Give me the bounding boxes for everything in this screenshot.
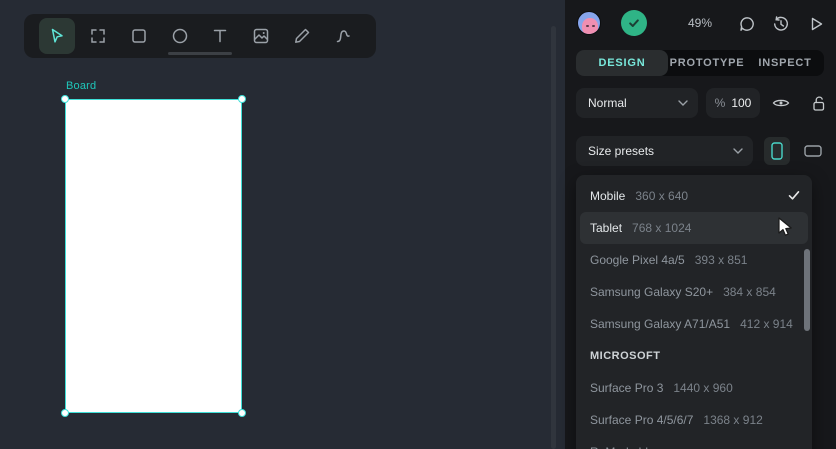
preset-option-galaxy-s20[interactable]: Samsung Galaxy S20+ 384 x 854 <box>576 276 812 308</box>
tab-inspect[interactable]: INSPECT <box>746 50 824 76</box>
play-icon <box>807 15 825 33</box>
eye-icon <box>772 97 790 109</box>
size-presets-label: Size presets <box>588 144 655 158</box>
orientation-landscape-button[interactable] <box>797 137 829 165</box>
blend-mode-select[interactable]: Normal <box>576 88 698 118</box>
preset-name: Google Pixel 4a/5 <box>590 253 685 267</box>
pencil-tool-button[interactable] <box>284 18 320 54</box>
rectangle-tool-button[interactable] <box>121 18 157 54</box>
check-icon <box>788 190 800 201</box>
play-button[interactable] <box>806 14 826 34</box>
toolbar-drag-handle[interactable] <box>168 52 232 55</box>
preset-size: 1368 x 912 <box>703 413 763 427</box>
orientation-portrait-button[interactable] <box>764 137 790 165</box>
preset-size: 412 x 914 <box>740 317 793 331</box>
board-frame[interactable] <box>61 95 246 417</box>
zoom-level[interactable]: 49% <box>677 16 723 30</box>
preset-name: Surface Pro 4/5/6/7 <box>590 413 694 427</box>
pencil-tool-icon <box>292 26 312 46</box>
visibility-toggle[interactable] <box>768 90 794 116</box>
unlock-icon <box>811 95 826 112</box>
right-sidebar: 49% DESIGN PROTOTYPE INSPECT Normal % 10… <box>565 0 836 449</box>
dropdown-scrollbar-thumb[interactable] <box>804 249 810 331</box>
preset-name: Surface Pro 3 <box>590 381 664 395</box>
canvas-viewport[interactable]: Board <box>0 0 565 449</box>
preset-name: ReMarkable <box>590 445 655 449</box>
preset-option-mobile[interactable]: Mobile 360 x 640 <box>576 180 812 212</box>
blend-mode-value: Normal <box>588 96 627 110</box>
preset-name: Tablet <box>590 221 623 235</box>
canvas-vertical-scrollbar[interactable] <box>551 26 556 449</box>
tab-prototype[interactable]: PROTOTYPE <box>668 50 746 76</box>
preset-name: Samsung Galaxy S20+ <box>590 285 714 299</box>
opacity-percent-symbol: % <box>714 96 726 110</box>
preset-option-surface-pro-3[interactable]: Surface Pro 3 1440 x 960 <box>576 372 812 404</box>
preset-option-remarkable[interactable]: ReMarkable <box>576 436 812 449</box>
size-presets-select[interactable]: Size presets <box>576 136 753 166</box>
tab-design[interactable]: DESIGN <box>576 50 668 76</box>
image-tool-button[interactable] <box>243 18 279 54</box>
size-presets-dropdown: Mobile 360 x 640 Tablet 768 x 1024 Googl… <box>576 175 812 449</box>
resize-handle-top-left[interactable] <box>61 95 69 103</box>
ellipse-tool-icon <box>170 26 190 46</box>
path-tool-icon <box>333 26 353 46</box>
rectangle-tool-icon <box>129 26 149 46</box>
preset-option-galaxy-a71[interactable]: Samsung Galaxy A71/A51 412 x 914 <box>576 308 812 340</box>
preset-size: 360 x 640 <box>635 189 689 203</box>
avatar-eye <box>586 25 589 27</box>
select-tool-icon <box>47 26 67 46</box>
resize-handle-bottom-right[interactable] <box>238 409 246 417</box>
preset-size: 768 x 1024 <box>632 221 692 235</box>
landscape-icon <box>804 145 822 157</box>
preset-name: Samsung Galaxy A71/A51 <box>590 317 731 331</box>
panel-tabbar: DESIGN PROTOTYPE INSPECT <box>576 50 824 76</box>
text-tool-icon <box>210 26 230 46</box>
check-icon <box>627 16 641 30</box>
text-tool-button[interactable] <box>202 18 238 54</box>
preset-option-surface-pro-4567[interactable]: Surface Pro 4/5/6/7 1368 x 912 <box>576 404 812 436</box>
opacity-input[interactable]: % 100 <box>706 88 760 118</box>
portrait-icon <box>771 142 783 160</box>
select-tool-button[interactable] <box>39 18 75 54</box>
preset-option-google-pixel[interactable]: Google Pixel 4a/5 393 x 851 <box>576 244 812 276</box>
history-icon <box>772 15 790 33</box>
board-tool-icon <box>88 26 108 46</box>
chevron-down-icon <box>678 100 688 106</box>
avatar-face <box>582 18 598 34</box>
chevron-down-icon <box>733 148 743 154</box>
lock-toggle[interactable] <box>805 90 831 116</box>
preset-name: Mobile <box>590 189 626 203</box>
saved-status-button[interactable] <box>621 10 647 36</box>
preset-size: 384 x 854 <box>723 285 776 299</box>
comments-button[interactable] <box>737 14 757 34</box>
opacity-value: 100 <box>731 96 752 110</box>
comment-icon <box>738 15 756 33</box>
image-tool-icon <box>251 26 271 46</box>
board-tool-button[interactable] <box>80 18 116 54</box>
ellipse-tool-button[interactable] <box>162 18 198 54</box>
avatar[interactable] <box>577 11 601 35</box>
resize-handle-bottom-left[interactable] <box>61 409 69 417</box>
preset-size: 393 x 851 <box>694 253 748 267</box>
preset-option-tablet[interactable]: Tablet 768 x 1024 <box>580 212 808 244</box>
panel-topbar: 49% <box>565 0 836 46</box>
app-window: Board 49% DESIGN PROTOTYPE INSPECT Norma… <box>0 0 836 449</box>
resize-handle-top-right[interactable] <box>238 95 246 103</box>
tools-toolbar <box>24 14 376 58</box>
avatar-eye <box>592 25 595 27</box>
history-button[interactable] <box>771 14 791 34</box>
path-tool-button[interactable] <box>325 18 361 54</box>
board-label[interactable]: Board <box>66 80 96 92</box>
preset-size: 1440 x 960 <box>673 381 733 395</box>
preset-section-microsoft: MICROSOFT <box>590 350 661 362</box>
